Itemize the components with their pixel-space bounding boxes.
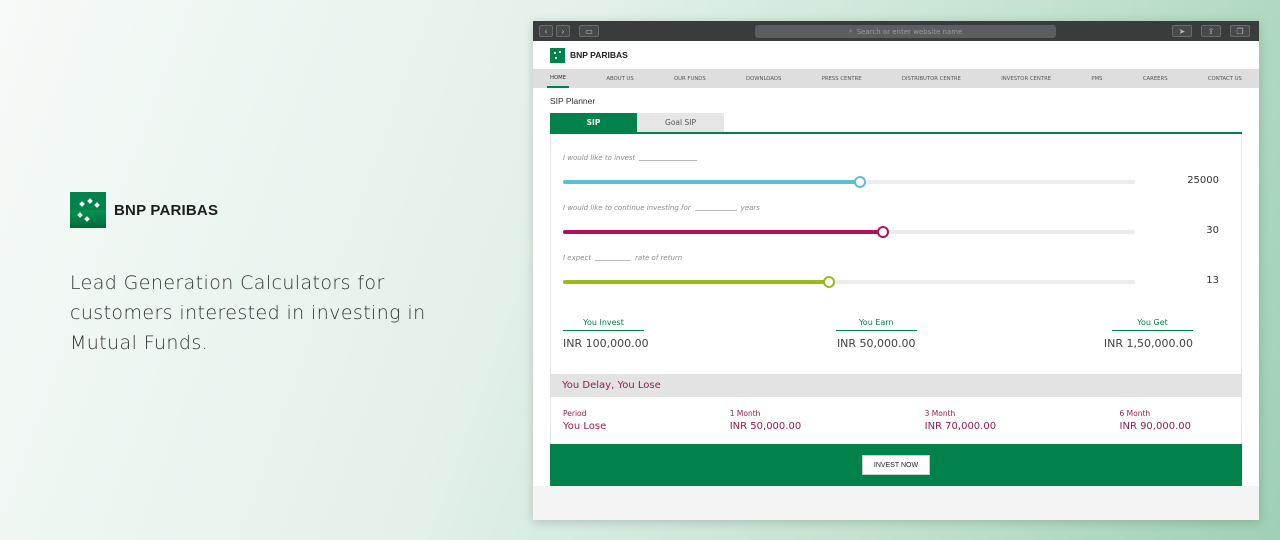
result-invest-value: INR 100,000.00 xyxy=(563,337,649,350)
site-logo-icon[interactable] xyxy=(550,47,565,63)
delay-column: 3 Month INR 70,000.00 xyxy=(925,409,996,436)
bnp-logo-icon xyxy=(70,192,106,228)
promo-description: Lead Generation Calculators for customer… xyxy=(70,272,426,354)
results-summary: You Invest INR 100,000.00 You Earn INR 5… xyxy=(551,304,1241,374)
tab-goal-sip[interactable]: Goal SIP xyxy=(637,113,724,132)
delay-column-label: Period xyxy=(563,409,587,418)
tabs-icon[interactable]: ❐ xyxy=(1230,25,1250,37)
invest-slider[interactable] xyxy=(563,176,1135,188)
invest-slider-fill xyxy=(563,180,861,184)
sip-calculator: I would like to invest 25000 I would lik… xyxy=(550,134,1242,374)
period-slider[interactable] xyxy=(563,226,1135,238)
invest-label: I would like to invest xyxy=(563,154,1241,162)
delay-column-value: INR 50,000.00 xyxy=(729,421,802,432)
page-title: SIP Planner xyxy=(550,95,596,106)
search-icon: ⌕ xyxy=(848,27,853,35)
period-slider-fill xyxy=(563,230,884,234)
sidebar-icon[interactable]: ▭ xyxy=(579,25,599,37)
nav-about-us[interactable]: ABOUT US xyxy=(603,69,636,88)
extension-icon[interactable]: ➤ xyxy=(1172,25,1192,37)
delay-table: Period You Lose 1 Month INR 50,000.00 3 … xyxy=(550,397,1242,444)
return-label-text: I expect xyxy=(563,254,592,262)
result-get-label: You Get xyxy=(1112,318,1193,331)
back-icon[interactable]: ‹ xyxy=(539,25,553,37)
browser-toolbar: ‹ › ▭ ⌕ Search or enter website name ➤ ⇪… xyxy=(533,21,1259,41)
cta-bar: INVEST NOW xyxy=(550,444,1242,486)
invest-slider-handle[interactable] xyxy=(854,176,867,188)
period-slider-handle[interactable] xyxy=(877,226,890,238)
delay-column-value: You Lose xyxy=(563,421,607,432)
invest-value: 25000 xyxy=(1187,175,1219,186)
result-get: You Get INR 1,50,000.00 xyxy=(1104,318,1193,374)
period-label-suffix: years xyxy=(740,204,760,212)
return-slider-handle[interactable] xyxy=(822,276,835,288)
promo-panel: BNP PARIBAS Lead Generation Calculators … xyxy=(70,192,450,358)
invest-now-button[interactable]: INVEST NOW xyxy=(862,455,930,475)
main-nav: HOME ABOUT US OUR FUNDS DOWNLOADS PRESS … xyxy=(533,69,1259,88)
nav-contact-us[interactable]: CONTACT US xyxy=(1205,69,1245,88)
result-invest: You Invest INR 100,000.00 xyxy=(563,318,649,374)
nav-our-funds[interactable]: OUR FUNDS xyxy=(671,69,709,88)
return-blank xyxy=(595,255,632,261)
tab-sip[interactable]: SIP xyxy=(550,113,637,132)
return-slider-fill xyxy=(563,280,829,284)
result-earn-label: You Earn xyxy=(835,318,917,331)
nav-investor-centre[interactable]: INVESTOR CENTRE xyxy=(998,69,1054,88)
period-blank xyxy=(694,205,737,211)
share-icon[interactable]: ⇪ xyxy=(1201,25,1221,37)
page-content: SIP Planner SIP Goal SIP I would like to… xyxy=(533,88,1259,486)
site-header: BNP PARIBAS xyxy=(533,41,1259,69)
delay-column-label: 3 Month xyxy=(924,409,956,418)
result-get-value: INR 1,50,000.00 xyxy=(1103,337,1193,350)
address-bar[interactable]: ⌕ Search or enter website name xyxy=(755,25,1056,38)
invest-blank xyxy=(639,155,698,161)
return-row: I expect rate of return 13 xyxy=(551,254,1241,304)
period-row: I would like to continue investing for y… xyxy=(551,204,1241,254)
return-value: 13 xyxy=(1206,275,1219,286)
site-brand[interactable]: BNP PARIBAS xyxy=(570,50,628,60)
nav-careers[interactable]: CAREERS xyxy=(1140,69,1171,88)
delay-column-label: 6 Month xyxy=(1119,409,1151,418)
brand-logo: BNP PARIBAS xyxy=(70,192,450,228)
delay-column-value: INR 70,000.00 xyxy=(924,421,997,432)
delay-column-value: INR 90,000.00 xyxy=(1119,421,1191,432)
result-earn-value: INR 50,000.00 xyxy=(836,337,916,350)
nav-home[interactable]: HOME xyxy=(547,69,570,88)
period-label: I would like to continue investing for y… xyxy=(563,204,1241,212)
delay-column: 1 Month INR 50,000.00 xyxy=(730,409,801,436)
brand-name: BNP PARIBAS xyxy=(114,201,219,219)
result-invest-label: You Invest xyxy=(563,318,644,331)
return-label: I expect rate of return xyxy=(563,254,1241,262)
result-earn: You Earn INR 50,000.00 xyxy=(835,318,917,374)
invest-label-text: I would like to invest xyxy=(563,154,636,162)
nav-pms[interactable]: PMS xyxy=(1088,69,1105,88)
calculator-tabs: SIP Goal SIP xyxy=(550,113,1242,134)
return-label-suffix: rate of return xyxy=(635,254,683,262)
browser-window: ‹ › ▭ ⌕ Search or enter website name ➤ ⇪… xyxy=(533,21,1259,520)
period-label-text: I would like to continue investing for xyxy=(563,204,691,212)
delay-column-label: 1 Month xyxy=(729,409,761,418)
delay-section-title: You Delay, You Lose xyxy=(550,374,1242,397)
delay-column: 6 Month INR 90,000.00 xyxy=(1120,409,1191,436)
nav-downloads[interactable]: DOWNLOADS xyxy=(743,69,784,88)
nav-distributor-centre[interactable]: DISTRIBUTOR CENTRE xyxy=(899,69,964,88)
period-value: 30 xyxy=(1206,225,1219,236)
delay-column: Period You Lose xyxy=(563,409,606,436)
forward-icon[interactable]: › xyxy=(556,25,570,37)
return-slider[interactable] xyxy=(563,276,1135,288)
invest-row: I would like to invest 25000 xyxy=(551,154,1241,204)
nav-press-centre[interactable]: PRESS CENTRE xyxy=(819,69,865,88)
address-placeholder: Search or enter website name xyxy=(856,27,963,36)
